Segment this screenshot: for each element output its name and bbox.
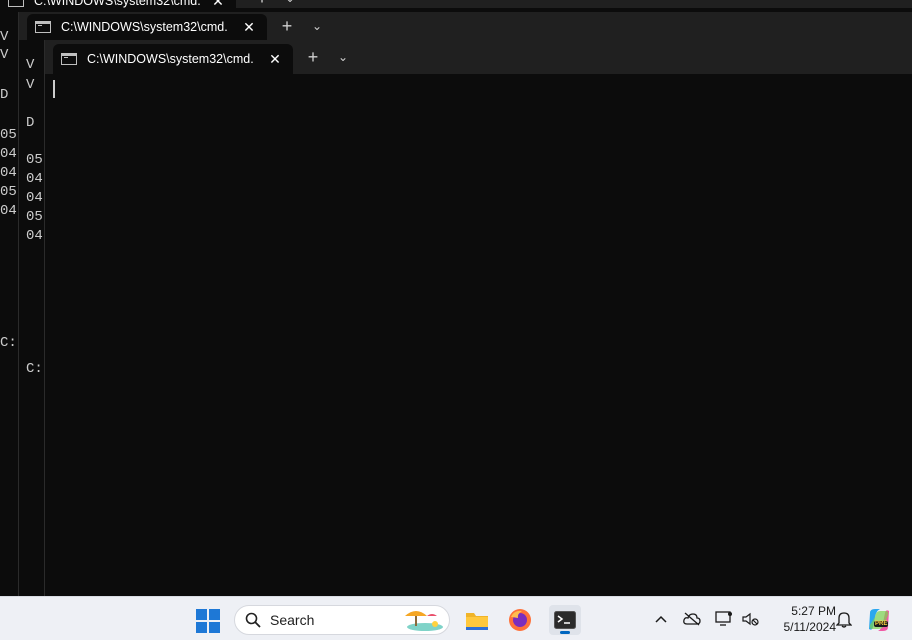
close-tab-icon[interactable]: ✕ — [208, 0, 228, 10]
terminal-icon[interactable] — [549, 605, 581, 635]
console-line: D — [0, 87, 9, 103]
windows-start-icon[interactable] — [196, 609, 220, 633]
copilot-pre-badge: PRE — [874, 621, 889, 627]
terminal-window-front[interactable]: C:\WINDOWS\system32\cmd. ✕ + ⌄ — [44, 40, 912, 596]
tab-title: C:\WINDOWS\system32\cmd. — [34, 0, 201, 8]
console-line: 05 — [0, 127, 17, 143]
onedrive-offline-icon[interactable] — [682, 609, 702, 629]
console-line: 05 — [26, 209, 43, 225]
console-line: V — [26, 57, 35, 73]
chevron-down-icon[interactable]: ⌄ — [333, 45, 353, 69]
new-tab-button[interactable]: + — [275, 14, 299, 38]
taskbar-clock[interactable]: 5:27 PM 5/11/2024 — [766, 603, 837, 635]
file-explorer-icon[interactable] — [461, 605, 493, 635]
tab-bar: C:\WINDOWS\system32\cmd. ✕ + ⌄ — [0, 0, 912, 10]
console-line: V — [26, 77, 35, 93]
console-line: 04 — [26, 190, 43, 206]
tab-cmd[interactable]: C:\WINDOWS\system32\cmd. ✕ — [53, 44, 293, 74]
copilot-icon[interactable] — [866, 607, 892, 633]
close-tab-icon[interactable]: ✕ — [265, 51, 285, 68]
taskbar: Search 5:27 PM 5/11/2024 PRE — [0, 596, 912, 640]
tab-title: C:\WINDOWS\system32\cmd. — [87, 52, 254, 66]
new-tab-button[interactable]: + — [250, 0, 274, 10]
tab-cmd[interactable]: C:\WINDOWS\system32\cmd. ✕ — [27, 14, 267, 40]
tab-bar: C:\WINDOWS\system32\cmd. ✕ + ⌄ — [19, 12, 912, 40]
console-line: V — [0, 29, 9, 45]
console-line: 04 — [26, 171, 43, 187]
clock-time: 5:27 PM — [791, 604, 836, 618]
close-tab-icon[interactable]: ✕ — [239, 19, 259, 36]
console-line: C: — [26, 361, 43, 377]
firefox-icon[interactable] — [504, 605, 536, 635]
text-cursor — [53, 80, 55, 98]
search-highlight-icon — [405, 611, 443, 631]
console-line: 04 — [0, 146, 17, 162]
new-tab-button[interactable]: + — [301, 45, 325, 69]
search-placeholder: Search — [270, 612, 315, 628]
console-line: 04 — [0, 203, 17, 219]
chevron-down-icon[interactable]: ⌄ — [280, 0, 300, 10]
chevron-up-icon[interactable] — [651, 609, 671, 629]
tab-title: C:\WINDOWS\system32\cmd. — [61, 20, 228, 34]
cmd-icon — [61, 53, 77, 65]
console-line: 04 — [0, 165, 17, 181]
console-line: C: — [0, 335, 17, 351]
network-volume-icon[interactable] — [740, 609, 760, 629]
tab-bar: C:\WINDOWS\system32\cmd. ✕ + ⌄ — [45, 40, 912, 74]
console-line: 04 — [26, 228, 43, 244]
console-line: 05 — [0, 184, 17, 200]
display-icon[interactable] — [714, 609, 734, 629]
tab-cmd[interactable]: C:\WINDOWS\system32\cmd. ✕ — [0, 0, 236, 10]
cmd-icon — [8, 0, 24, 7]
clock-date: 5/11/2024 — [783, 620, 837, 634]
cmd-icon — [35, 21, 51, 33]
console-line: V — [0, 47, 9, 63]
console-line: D — [26, 115, 35, 131]
console-line: 05 — [26, 152, 43, 168]
active-indicator — [560, 631, 570, 634]
chevron-down-icon[interactable]: ⌄ — [307, 14, 327, 38]
taskbar-search[interactable]: Search — [234, 605, 450, 635]
search-icon — [245, 612, 261, 628]
notification-bell-icon[interactable] — [834, 609, 854, 629]
